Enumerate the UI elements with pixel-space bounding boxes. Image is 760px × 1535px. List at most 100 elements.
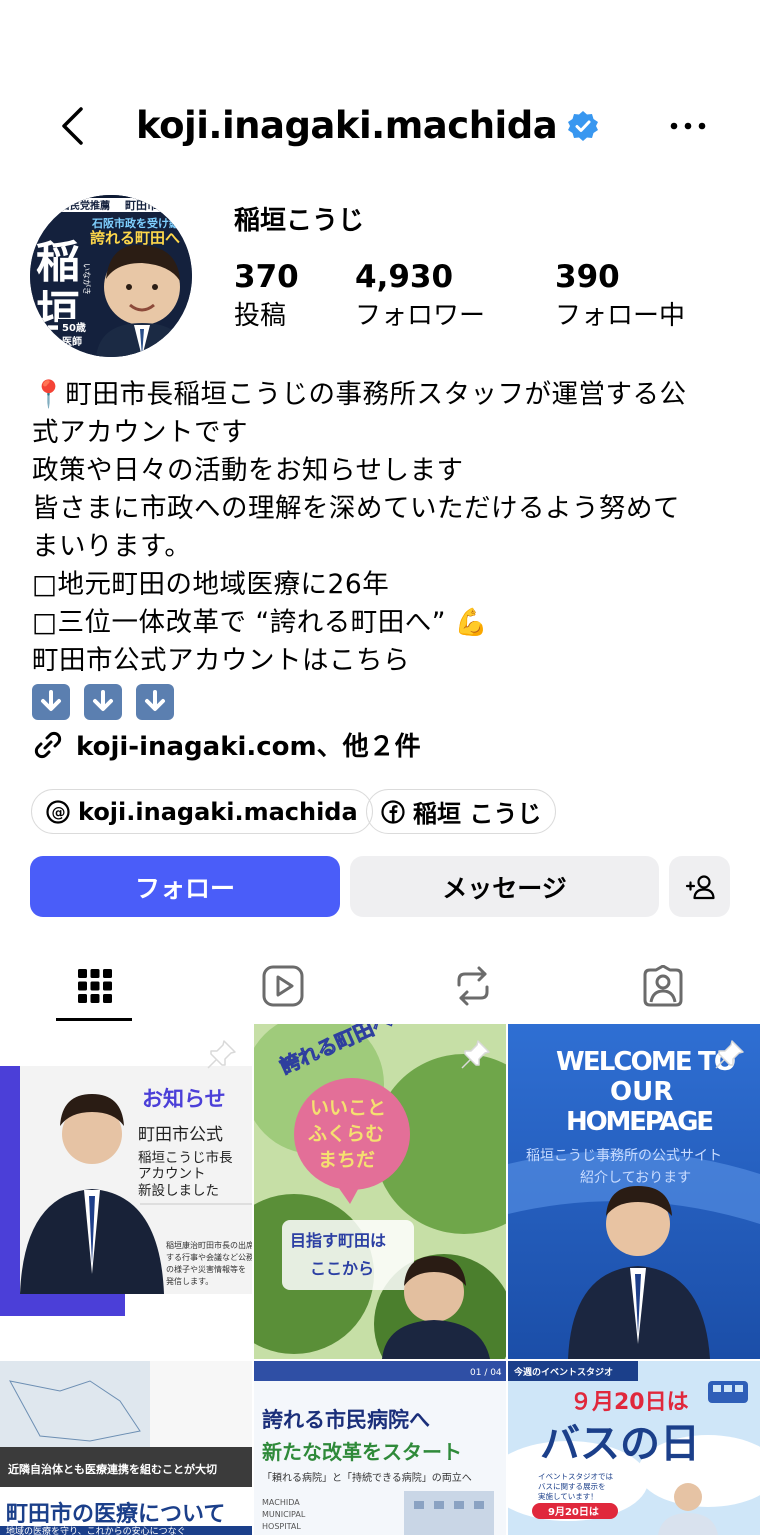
avatar-furigana: いながき [82,263,92,295]
tagged-person-icon [643,965,683,1007]
tab-reels[interactable] [188,948,378,1024]
post3-sub1: 稲垣こうじ事務所の公式サイト [526,1148,722,1164]
stat-following-label: フォロー中 [555,301,686,331]
stat-followers[interactable]: 4,930 フォロワー [355,258,485,336]
post4-sub: 地域の医療を守り、これからの安心につなぐ [6,1525,186,1535]
post-tile[interactable]: 近隣自治体とも医療連携を組むことが大切 町田市の医療について 地域の医療を守り、… [0,1361,252,1535]
threads-chip-label: koji.inagaki.machida [78,797,358,826]
post1-line2: 稲垣こうじ市長 [138,1149,233,1166]
bio-line: □地元町田の地域医療に26年 [32,569,390,600]
post-image: 今週のイベントスタジオ ９月20日は バスの日 イベントスタジオでは バスに関す… [508,1361,760,1535]
post2-bubble2: ふくらむ [308,1123,384,1145]
stat-posts-count: 370 [234,259,299,295]
post6-note2: バスに関する展示を [538,1482,606,1491]
more-options-button[interactable] [666,108,710,144]
bio-line: □三位一体改革で “誇れる町田へ” 💪 [32,607,489,638]
avatar-name-big: 稲 [36,237,80,288]
stat-followers-label: フォロワー [355,301,486,331]
post5-title1: 誇れる市民病院へ [262,1408,430,1432]
repost-icon [457,966,489,1006]
post3-line1: WELCOME TO [556,1047,736,1077]
post5-sub: 「頼れる病院」と「持続できる病院」の両立へ [262,1471,472,1484]
post6-note3: 実施しています！ [538,1491,598,1501]
post-image: WELCOME TO OUR HOMEPAGE 稲垣こうじ事務所の公式サイト 紹… [508,1024,760,1359]
profile-display-name: 稲垣こうじ [234,206,365,236]
profile-bio: 📍町田市長稲垣こうじの事務所スタッフが運営する公 式アカウントです 政策や日々の… [32,376,732,720]
facebook-chip-label: 稲垣 こうじ [413,800,542,828]
avatar-job: 医師 [62,335,82,348]
post-tile[interactable]: お知らせ 町田市公式 稲垣こうじ市長 アカウント 新設しました 稲垣康治町田市長… [0,1024,252,1359]
post-image: お知らせ 町田市公式 稲垣こうじ市長 アカウント 新設しました 稲垣康治町田市長… [0,1066,252,1316]
post5-title2: 新たな改革をスタート [262,1440,462,1464]
username-text: koji.inagaki.machida [136,104,558,147]
link-icon [34,731,62,758]
facebook-chip[interactable]: 稲垣 こうじ [366,789,557,834]
post-image: 誇れる町田へ いいこと ふくらむ まちだ 目指す町田は ここから [254,1024,506,1359]
post1-line1: 町田市公式 [138,1125,223,1145]
bio-arrows [32,684,732,720]
post3-line2: OUR [610,1077,673,1107]
post2-bubble1: いいこと [310,1097,386,1119]
post5-counter: 01 / 04 [470,1368,502,1378]
svg-text:@: @ [52,805,66,821]
post6-tag: 今週のイベントスタジオ [513,1366,613,1378]
post-image: 01 / 04 誇れる市民病院へ 新たな改革をスタート 「頼れる病院」と「持続で… [254,1361,506,1535]
post2-box2: ここから [310,1259,374,1278]
profile-tabs [0,948,760,1024]
bio-line: 町田市公式アカウントはこちら [32,645,410,676]
down-arrow-icon [136,684,174,720]
post6-small-date: 9月20日は [548,1506,599,1518]
post5-en2: MUNICIPAL [262,1510,306,1519]
profile-avatar[interactable]: 自民党推薦 町田市 石阪市政を受け継ぎ 誇れる町田へ 稲 垣 いながき 50歳 … [30,195,192,357]
avatar-banner1: 石阪市政を受け継ぎ [91,216,191,230]
profile-header: koji.inagaki.machida [0,90,760,162]
post1-small2: する行事や会議など公務 [166,1252,252,1262]
post1-small4: 発信します。 [166,1276,213,1286]
stat-following[interactable]: 390 フォロー中 [555,258,685,336]
profile-link[interactable]: koji-inagaki.com、他２件 [32,726,421,763]
bio-line: 皆さまに市政への理解を深めていただけるよう努めて [32,493,680,524]
post1-line3: アカウント [138,1166,206,1182]
chevron-left-icon [62,107,83,145]
post6-date: ９月20日は [570,1390,689,1415]
avatar-image: 自民党推薦 町田市 石阪市政を受け継ぎ 誇れる町田へ 稲 垣 いながき 50歳 … [30,195,192,357]
down-arrow-icon [84,684,122,720]
post2-box1: 目指す町田は [290,1231,386,1250]
tab-tagged[interactable] [568,948,758,1024]
post-image: 近隣自治体とも医療連携を組むことが大切 町田市の医療について 地域の医療を守り、… [0,1361,252,1535]
bio-line: 📍町田市長稲垣こうじの事務所スタッフが運営する公 [32,379,687,410]
post-tile[interactable]: 誇れる町田へ いいこと ふくらむ まちだ 目指す町田は ここから [254,1024,506,1359]
stat-posts[interactable]: 370 投稿 [234,258,299,336]
link-text: koji-inagaki.com、他２件 [76,732,421,762]
tab-posts-grid[interactable] [0,948,190,1024]
post-tile[interactable]: WELCOME TO OUR HOMEPAGE 稲垣こうじ事務所の公式サイト 紹… [508,1024,760,1359]
down-arrow-icon [32,684,70,720]
bio-line: 式アカウントです [32,417,248,448]
post6-big: バスの日 [540,1421,700,1467]
follow-button[interactable]: フォロー [30,856,340,917]
stat-followers-count: 4,930 [355,259,454,295]
message-button[interactable]: メッセージ [350,856,659,917]
avatar-banner2: 誇れる町田へ [90,229,180,247]
stat-following-count: 390 [555,259,620,295]
bio-line: 政策や日々の活動をお知らせします [32,455,464,486]
facebook-icon [381,799,405,824]
post1-small3: の様子や災害情報等を [166,1264,246,1274]
verified-badge-icon [568,111,599,141]
post1-line4: 新設しました [138,1183,219,1199]
post1-heading: お知らせ [142,1087,226,1111]
avatar-age: 50歳 [62,321,86,334]
bio-line: まいります。 [32,531,192,562]
back-button[interactable] [52,102,92,150]
threads-chip[interactable]: @ koji.inagaki.machida [31,789,373,834]
post5-en1: MACHIDA [262,1498,300,1507]
post5-en3: HOSPITAL [262,1522,301,1531]
suggest-people-button[interactable] [669,856,730,917]
post-tile[interactable]: 今週のイベントスタジオ ９月20日は バスの日 イベントスタジオでは バスに関す… [508,1361,760,1535]
tab-reposts[interactable] [378,948,568,1024]
post-tile[interactable]: 01 / 04 誇れる市民病院へ 新たな改革をスタート 「頼れる病院」と「持続で… [254,1361,506,1535]
avatar-city: 町田市 [125,198,158,212]
active-tab-indicator [56,1018,132,1021]
profile-username-title: koji.inagaki.machida [136,100,599,152]
post4-caption: 近隣自治体とも医療連携を組むことが大切 [8,1462,217,1476]
